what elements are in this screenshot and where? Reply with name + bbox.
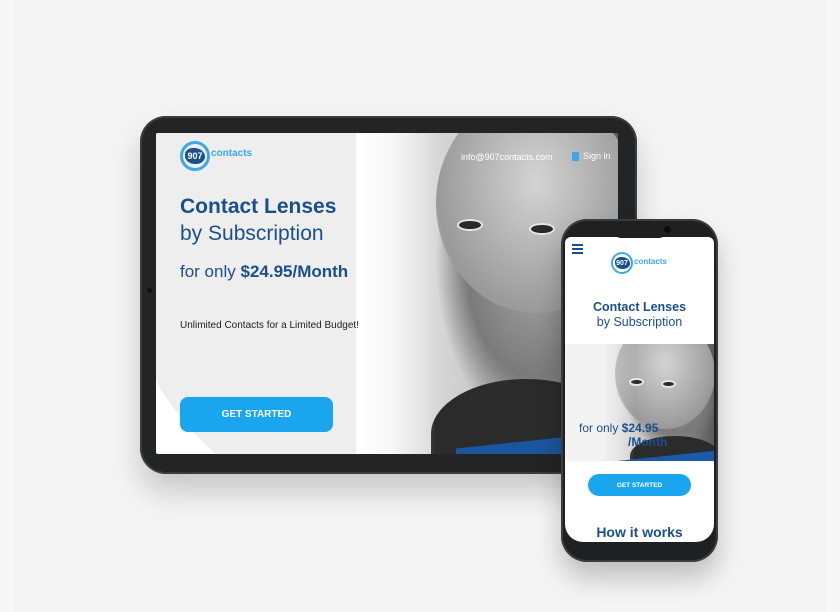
phone-screen: 907 contacts Contact Lenses by Subscript… [565, 237, 714, 542]
get-started-button[interactable]: GET STARTED [180, 397, 333, 432]
get-started-button[interactable]: GET STARTED [588, 474, 691, 496]
hero-photo-eye-left [459, 221, 481, 229]
tablet-screen: 907 contacts info@907contacts.com Sign i… [156, 133, 618, 454]
hero-photo-eye-right [531, 225, 553, 233]
how-it-works-heading: How it works [596, 524, 683, 540]
hero-tagline: Unlimited Contacts for a Limited Budget! [180, 320, 359, 331]
site-logo[interactable]: 907 contacts [611, 252, 667, 274]
hero-photo-fade [356, 133, 436, 454]
site-logo[interactable]: 907 contacts [180, 141, 252, 171]
logo-word: contacts [211, 147, 253, 159]
logo-icon: 907 [611, 252, 633, 274]
price-prefix: for only [579, 421, 622, 435]
hero-title: Contact Lenses [592, 300, 687, 314]
hero-subtitle: by Subscription [180, 222, 324, 245]
sign-in-link[interactable]: Sign in [572, 151, 611, 161]
price-prefix: for only [180, 262, 241, 281]
price-amount: $24.95 [621, 421, 659, 435]
sign-in-label: Sign in [583, 151, 611, 161]
hero-title: Contact Lenses [180, 195, 337, 218]
phone-camera [664, 226, 671, 233]
contact-email-link[interactable]: info@907contacts.com [461, 152, 553, 162]
price-amount: $24.95/Month [240, 262, 349, 281]
hero-subtitle: by Subscription [596, 315, 683, 329]
logo-number: 907 [187, 151, 203, 161]
menu-icon[interactable] [572, 244, 583, 256]
logo-icon: 907 [180, 141, 210, 171]
price-period: /Month [628, 435, 668, 449]
hero-photo-eye-right [663, 382, 674, 386]
logo-number: 907 [616, 259, 628, 267]
hero-price: for only $24.95/Month [180, 262, 348, 282]
tablet-camera [147, 288, 152, 293]
sign-in-icon [572, 151, 579, 161]
hero-price: for only $24.95 /Month [579, 421, 667, 449]
logo-word: contacts [634, 256, 667, 266]
phone-device: 907 contacts Contact Lenses by Subscript… [561, 219, 718, 562]
phone-notch [613, 224, 667, 238]
